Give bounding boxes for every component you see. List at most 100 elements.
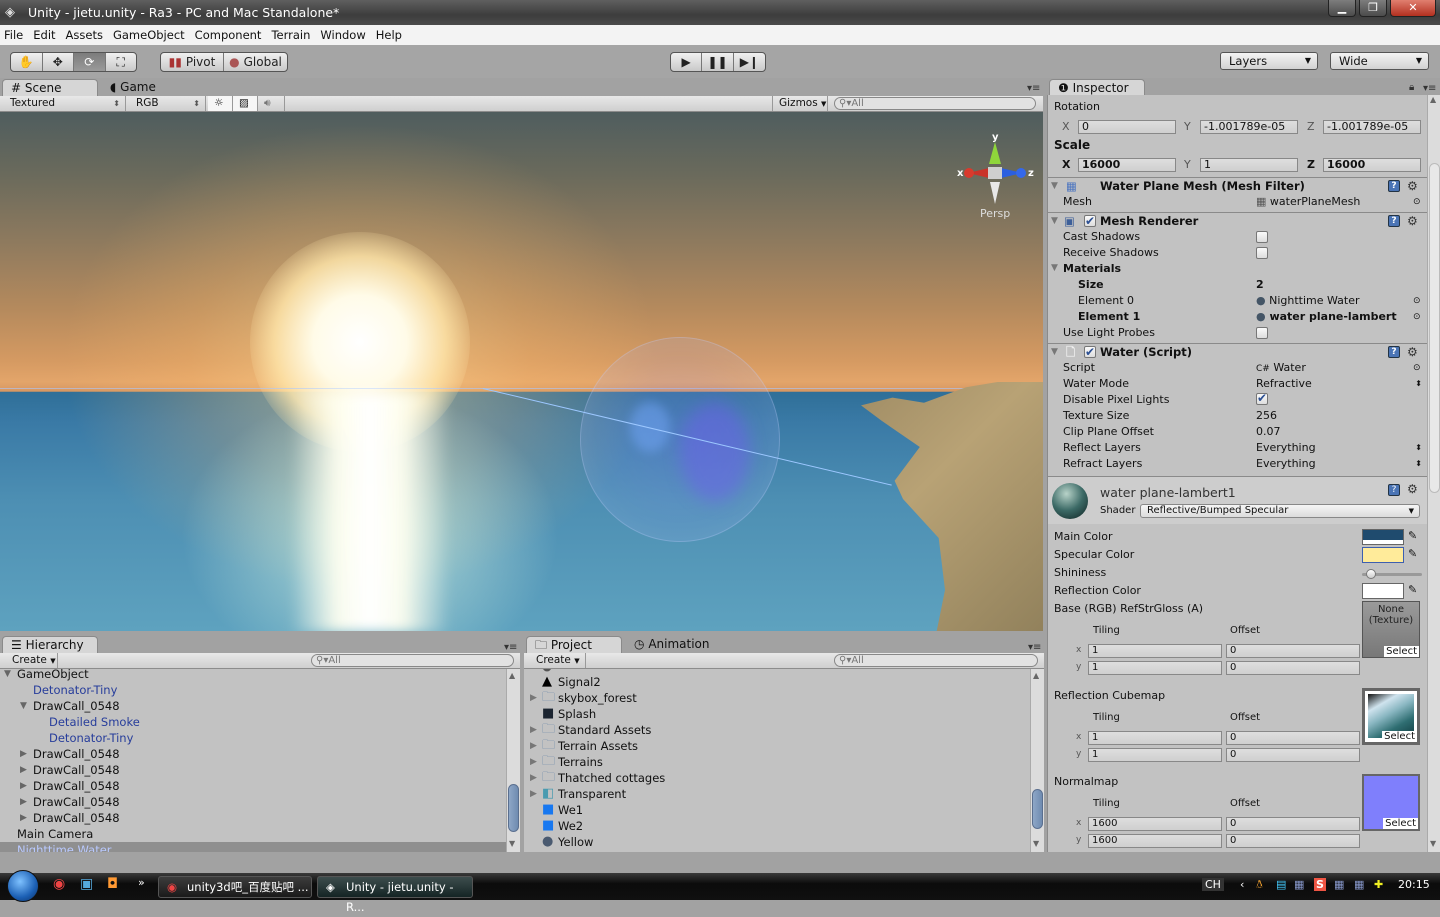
- object-picker-icon[interactable]: ⊙: [1413, 360, 1421, 376]
- rotation-x-field[interactable]: 0: [1078, 120, 1176, 134]
- menu-window[interactable]: Window: [320, 28, 365, 42]
- size-value[interactable]: 2: [1256, 277, 1264, 293]
- normalmap-offset-y-field[interactable]: 0: [1226, 834, 1360, 848]
- hierarchy-item[interactable]: ▶ DrawCall_0548: [0, 762, 506, 778]
- taskbar-item-browser[interactable]: ◉ unity3d吧_百度贴吧 ...: [158, 876, 312, 898]
- project-item[interactable]: ● Yellow: [524, 834, 1030, 850]
- gizmos-dropdown[interactable]: Gizmos ▼: [772, 96, 828, 111]
- disable-pixel-lights-checkbox[interactable]: [1256, 391, 1268, 405]
- script-field[interactable]: C# Water: [1256, 360, 1306, 376]
- scroll-up-icon[interactable]: ▲: [509, 671, 515, 680]
- taskbar-item-unity[interactable]: ◈ Unity - jietu.unity - R...: [317, 876, 473, 914]
- scrollbar-thumb[interactable]: [508, 784, 519, 832]
- project-create-button[interactable]: Create ▼: [530, 653, 586, 668]
- hierarchy-search-input[interactable]: ⚲▾All: [311, 654, 514, 667]
- menu-assets[interactable]: Assets: [66, 28, 103, 42]
- network-icon[interactable]: ▦: [1334, 878, 1344, 891]
- object-picker-icon[interactable]: ⊙: [1413, 309, 1421, 325]
- tab-project[interactable]: 🗀︎ Project: [526, 636, 622, 653]
- hierarchy-item[interactable]: ▶ DrawCall_0548: [0, 810, 506, 826]
- eyedropper-icon[interactable]: ✎: [1408, 528, 1417, 544]
- object-picker-icon[interactable]: ⊙: [1413, 194, 1421, 210]
- start-button[interactable]: [7, 870, 39, 902]
- network-icon[interactable]: ▦: [1294, 878, 1304, 891]
- scrollbar-thumb[interactable]: [1032, 789, 1043, 829]
- clip-plane-offset-field[interactable]: 0.07: [1256, 424, 1281, 440]
- materials-label[interactable]: Materials: [1063, 261, 1121, 277]
- app-launch-icon[interactable]: ◘: [107, 876, 118, 892]
- minimize-button[interactable]: ▁: [1328, 0, 1356, 17]
- cubemap-tiling-y-field[interactable]: 1: [1088, 748, 1222, 762]
- project-item[interactable]: ▶ 🗀︎ Terrains: [524, 754, 1030, 770]
- cubemap-tiling-x-field[interactable]: 1: [1088, 731, 1222, 745]
- project-item[interactable]: ▶ 🗀︎ Standard Assets: [524, 722, 1030, 738]
- reflection-color-swatch[interactable]: [1362, 583, 1404, 599]
- lock-icon[interactable]: 🔒︎: [1409, 82, 1414, 93]
- hierarchy-scrollbar[interactable]: ▲ ▼: [506, 669, 520, 852]
- panel-menu-icon[interactable]: ▾≡: [1028, 642, 1041, 653]
- mesh-renderer-header[interactable]: ▼ ▣ Mesh Renderer ? ⚙: [1048, 212, 1428, 230]
- hierarchy-item[interactable]: Detailed Smoke: [0, 714, 506, 730]
- project-item[interactable]: ▶ ◧ Transparent: [524, 786, 1030, 802]
- skybox-toggle[interactable]: ▨: [233, 96, 258, 111]
- hierarchy-create-button[interactable]: Create ▼: [2, 653, 58, 668]
- normalmap-slot[interactable]: Select: [1362, 774, 1420, 831]
- base-tiling-y-field[interactable]: 1: [1088, 661, 1222, 675]
- panel-menu-icon[interactable]: ▾≡: [1423, 83, 1436, 94]
- gear-icon[interactable]: ⚙: [1407, 178, 1418, 195]
- rotation-z-field[interactable]: -1.001789e-05: [1323, 120, 1421, 134]
- scroll-down-icon[interactable]: ▼: [509, 839, 515, 848]
- menu-terrain[interactable]: Terrain: [271, 28, 310, 42]
- water-mode-select[interactable]: Refractive ⬍: [1256, 376, 1422, 392]
- hierarchy-item[interactable]: ▶ DrawCall_0548: [0, 778, 506, 794]
- element0-field[interactable]: ● Nighttime Water: [1256, 293, 1360, 309]
- move-tool-button[interactable]: ✥: [43, 53, 74, 71]
- help-icon[interactable]: ?: [1388, 484, 1400, 496]
- menu-gameobject[interactable]: GameObject: [113, 28, 185, 42]
- shader-dropdown[interactable]: Reflective/Bumped Specular ▼: [1140, 504, 1420, 518]
- hierarchy-item[interactable]: Detonator-Tiny: [0, 682, 506, 698]
- menu-file[interactable]: File: [4, 28, 23, 42]
- water-script-header[interactable]: ▼ 🗋︎ Water (Script) ? ⚙: [1048, 343, 1428, 361]
- gizmo-neg-y[interactable]: [990, 182, 1000, 204]
- layers-dropdown[interactable]: Layers ▼: [1220, 52, 1318, 70]
- global-button[interactable]: ● Global: [224, 53, 287, 71]
- hierarchy-item[interactable]: Nighttime Water: [0, 842, 506, 852]
- object-picker-icon[interactable]: ⊙: [1413, 293, 1421, 309]
- shininess-slider-handle[interactable]: [1366, 569, 1376, 579]
- project-item[interactable]: ■ Splash: [524, 706, 1030, 722]
- mesh-renderer-enabled-checkbox[interactable]: [1084, 213, 1096, 230]
- clock[interactable]: 20:15: [1398, 878, 1430, 891]
- scale-x-field[interactable]: 16000: [1078, 158, 1176, 172]
- projection-label[interactable]: Persp: [980, 207, 1010, 220]
- element1-field[interactable]: ● water plane-lambert: [1256, 309, 1397, 325]
- gear-icon[interactable]: ⚙: [1407, 213, 1418, 230]
- tab-animation[interactable]: ◷ Animation: [626, 636, 736, 653]
- base-offset-x-field[interactable]: 0: [1226, 644, 1360, 658]
- mesh-filter-header[interactable]: ▼ ▦ Water Plane Mesh (Mesh Filter) ? ⚙: [1048, 177, 1428, 194]
- tab-hierarchy[interactable]: ☰ Hierarchy: [2, 636, 98, 653]
- normalmap-tiling-x-field[interactable]: 1600: [1088, 817, 1222, 831]
- project-item[interactable]: ▶ 🗀︎ Terrain Assets: [524, 738, 1030, 754]
- foldout-right-icon[interactable]: ▶: [530, 770, 537, 786]
- mesh-field[interactable]: ▦ waterPlaneMesh: [1256, 194, 1360, 210]
- foldout-right-icon[interactable]: ▶: [530, 690, 537, 706]
- cubemap-offset-x-field[interactable]: 0: [1226, 731, 1360, 745]
- receive-shadows-checkbox[interactable]: [1256, 247, 1268, 259]
- menu-edit[interactable]: Edit: [33, 28, 55, 42]
- base-tiling-x-field[interactable]: 1: [1088, 644, 1222, 658]
- normalmap-offset-x-field[interactable]: 0: [1226, 817, 1360, 831]
- scale-z-field[interactable]: 16000: [1323, 158, 1421, 172]
- hierarchy-item[interactable]: ▼ DrawCall_0548: [0, 698, 506, 714]
- restore-button[interactable]: ❐: [1359, 0, 1387, 17]
- hand-tool-button[interactable]: ✋: [11, 53, 43, 71]
- scroll-up-icon[interactable]: ▲: [1033, 671, 1039, 680]
- water-script-enabled-checkbox[interactable]: [1084, 344, 1096, 361]
- menu-help[interactable]: Help: [376, 28, 402, 42]
- quick-launch-icon[interactable]: ▣: [80, 876, 93, 892]
- cubemap-offset-y-field[interactable]: 0: [1226, 748, 1360, 762]
- monitor-icon[interactable]: ▤: [1276, 878, 1286, 891]
- render-mode-select[interactable]: Textured ⬍: [0, 96, 126, 111]
- rotation-y-field[interactable]: -1.001789e-05: [1200, 120, 1298, 134]
- project-search-input[interactable]: ⚲▾All: [834, 654, 1038, 667]
